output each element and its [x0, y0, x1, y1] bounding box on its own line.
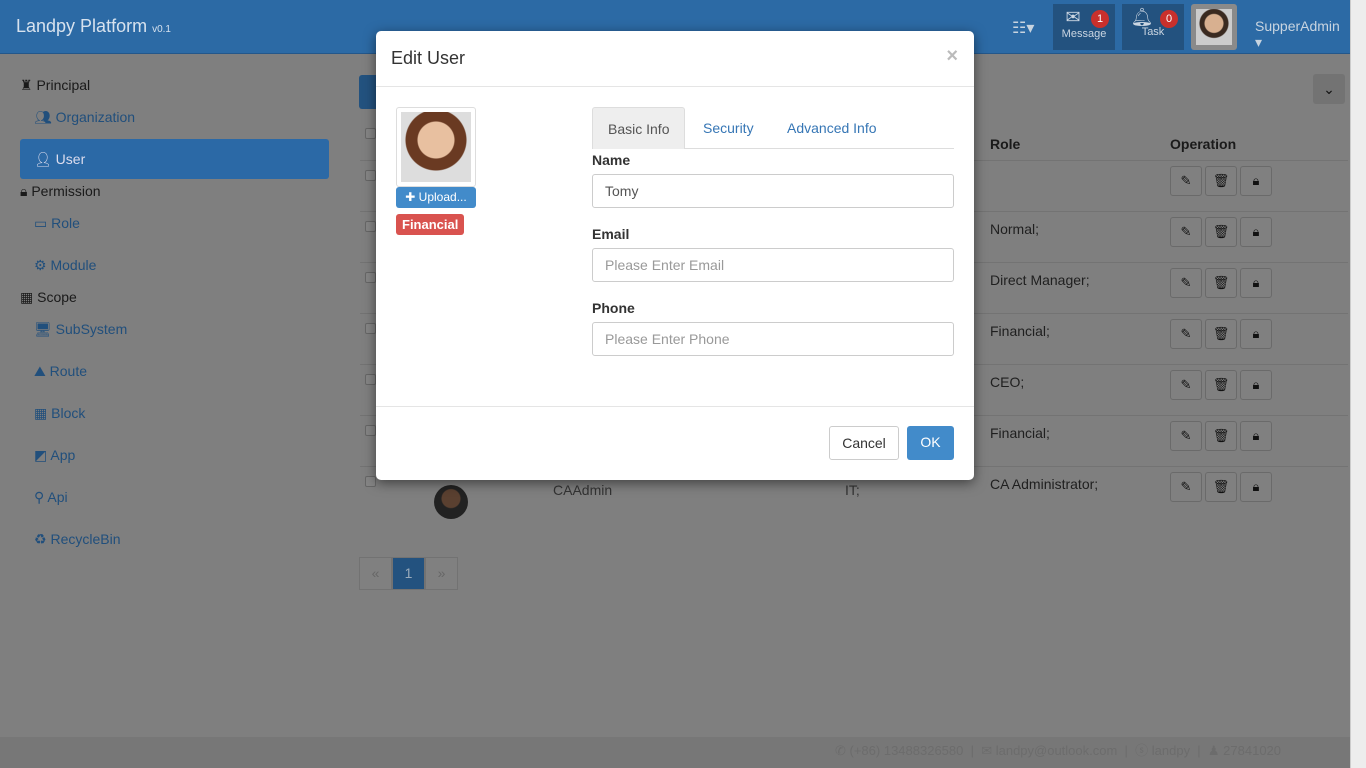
- edit-icon[interactable]: ✎: [1170, 166, 1202, 196]
- sidebar-item-module[interactable]: ⚙ Module: [34, 257, 96, 274]
- tab-security[interactable]: Security: [688, 107, 769, 149]
- lock-icon[interactable]: 🔒︎: [1240, 472, 1272, 502]
- task-button[interactable]: 🔔︎ Task 0: [1122, 4, 1184, 50]
- sidebar-group-scope: ▦ Scope: [20, 289, 77, 305]
- close-icon[interactable]: ×: [946, 45, 958, 68]
- email-input[interactable]: [592, 248, 954, 282]
- dept-cell: IT;: [845, 482, 860, 498]
- email-label: Email: [592, 226, 630, 242]
- avatar[interactable]: [1191, 4, 1237, 50]
- name-label: Name: [592, 152, 631, 168]
- sidebar-item-recyclebin[interactable]: ♻ RecycleBin: [34, 531, 120, 548]
- edit-icon[interactable]: ✎: [1170, 421, 1202, 451]
- tab-advanced-info[interactable]: Advanced Info: [772, 107, 892, 149]
- modal-tabs: Basic Info Security Advanced Info: [592, 107, 954, 149]
- lock-icon[interactable]: 🔒︎: [1240, 370, 1272, 400]
- sidebar-group-principal: ♜ Principal: [20, 77, 91, 93]
- row-checkbox[interactable]: [365, 476, 376, 487]
- user-avatar: [434, 485, 468, 519]
- footer: ✆ (+86) 13488326580 | ✉ landpy@outlook.c…: [0, 737, 1350, 768]
- ok-button[interactable]: OK: [907, 426, 954, 460]
- page-1[interactable]: 1: [392, 557, 425, 590]
- trash-icon[interactable]: 🗑︎: [1205, 421, 1237, 451]
- edit-user-modal: Edit User × ✚ Upload... Financial Basic …: [376, 31, 974, 480]
- edit-icon[interactable]: ✎: [1170, 472, 1202, 502]
- trash-icon[interactable]: 🗑︎: [1205, 370, 1237, 400]
- upload-button[interactable]: ✚ Upload...: [396, 187, 476, 208]
- collapse-button[interactable]: ⌄: [1313, 74, 1345, 104]
- phone-label: Phone: [592, 300, 635, 316]
- tab-basic-info[interactable]: Basic Info: [592, 107, 686, 149]
- message-badge: 1: [1091, 10, 1109, 28]
- lock-icon[interactable]: 🔒︎: [1240, 421, 1272, 451]
- version: v0.1: [152, 24, 171, 35]
- trash-icon[interactable]: 🗑︎: [1205, 217, 1237, 247]
- message-label: Message: [1061, 28, 1107, 40]
- trash-icon[interactable]: 🗑︎: [1205, 268, 1237, 298]
- lock-icon[interactable]: 🔒︎: [1240, 268, 1272, 298]
- sidebar-item-app[interactable]: ◩ App: [34, 447, 75, 464]
- edit-icon[interactable]: ✎: [1170, 319, 1202, 349]
- sidebar-item-organization[interactable]: 👥︎ Organization: [34, 109, 135, 126]
- phone-input[interactable]: [592, 322, 954, 356]
- user-menu[interactable]: SupperAdmin ▾: [1255, 18, 1350, 51]
- header-operation: Operation: [1170, 136, 1237, 152]
- message-button[interactable]: ✉ Message 1: [1053, 4, 1115, 50]
- row-checkbox[interactable]: [365, 170, 376, 181]
- sidebar-group-permission: 🔒︎ Permission: [20, 183, 101, 199]
- page-next[interactable]: »: [425, 557, 458, 590]
- lock-icon[interactable]: 🔒︎: [1240, 319, 1272, 349]
- user-photo: [396, 107, 476, 187]
- sidebar-item-role[interactable]: ▭ Role: [34, 215, 80, 232]
- lock-icon[interactable]: 🔒︎: [1240, 166, 1272, 196]
- sidebar-item-api[interactable]: ⚲ Api: [34, 489, 68, 506]
- trash-icon[interactable]: 🗑︎: [1205, 472, 1237, 502]
- name-input[interactable]: [592, 174, 954, 208]
- envelope-icon: ✉: [1065, 7, 1081, 27]
- name-cell: CAAdmin: [553, 482, 613, 498]
- role-cell: CEO;: [990, 374, 1025, 390]
- row-checkbox[interactable]: [365, 425, 376, 436]
- sidebar-item-user[interactable]: 👤︎ User: [20, 139, 329, 179]
- modal-title: Edit User: [376, 31, 974, 87]
- brand[interactable]: Landpy Platform v0.1: [16, 16, 171, 37]
- select-all-checkbox[interactable]: [365, 128, 376, 139]
- grid-menu-icon[interactable]: ☷▾: [1012, 18, 1034, 38]
- sidebar-item-route[interactable]: ⛰︎ Route: [34, 363, 87, 380]
- role-cell: Normal;: [990, 221, 1040, 237]
- brand-title: Landpy Platform: [16, 16, 148, 36]
- row-checkbox[interactable]: [365, 221, 376, 232]
- scrollbar[interactable]: [1350, 0, 1366, 768]
- page-prev[interactable]: «: [359, 557, 392, 590]
- user-name: SupperAdmin: [1255, 18, 1340, 34]
- role-tag: Financial: [396, 214, 465, 235]
- trash-icon[interactable]: 🗑︎: [1205, 166, 1237, 196]
- row-checkbox[interactable]: [365, 374, 376, 385]
- modal-footer-divider: [376, 406, 974, 407]
- row-checkbox[interactable]: [365, 323, 376, 334]
- sidebar-item-block[interactable]: ▦ Block: [34, 405, 85, 422]
- task-badge: 0: [1160, 10, 1178, 28]
- sidebar-item-subsystem[interactable]: 🖥︎ SubSystem: [34, 321, 127, 338]
- bell-icon: 🔔︎: [1130, 7, 1154, 27]
- edit-icon[interactable]: ✎: [1170, 370, 1202, 400]
- trash-icon[interactable]: 🗑︎: [1205, 319, 1237, 349]
- cancel-button[interactable]: Cancel: [829, 426, 899, 460]
- role-cell: Direct Manager;: [990, 272, 1090, 288]
- header-role: Role: [990, 136, 1021, 152]
- role-cell: CA Administrator;: [990, 476, 1099, 492]
- role-cell: Financial;: [990, 323, 1050, 339]
- edit-icon[interactable]: ✎: [1170, 217, 1202, 247]
- role-cell: Financial;: [990, 425, 1050, 441]
- lock-icon[interactable]: 🔒︎: [1240, 217, 1272, 247]
- edit-icon[interactable]: ✎: [1170, 268, 1202, 298]
- row-checkbox[interactable]: [365, 272, 376, 283]
